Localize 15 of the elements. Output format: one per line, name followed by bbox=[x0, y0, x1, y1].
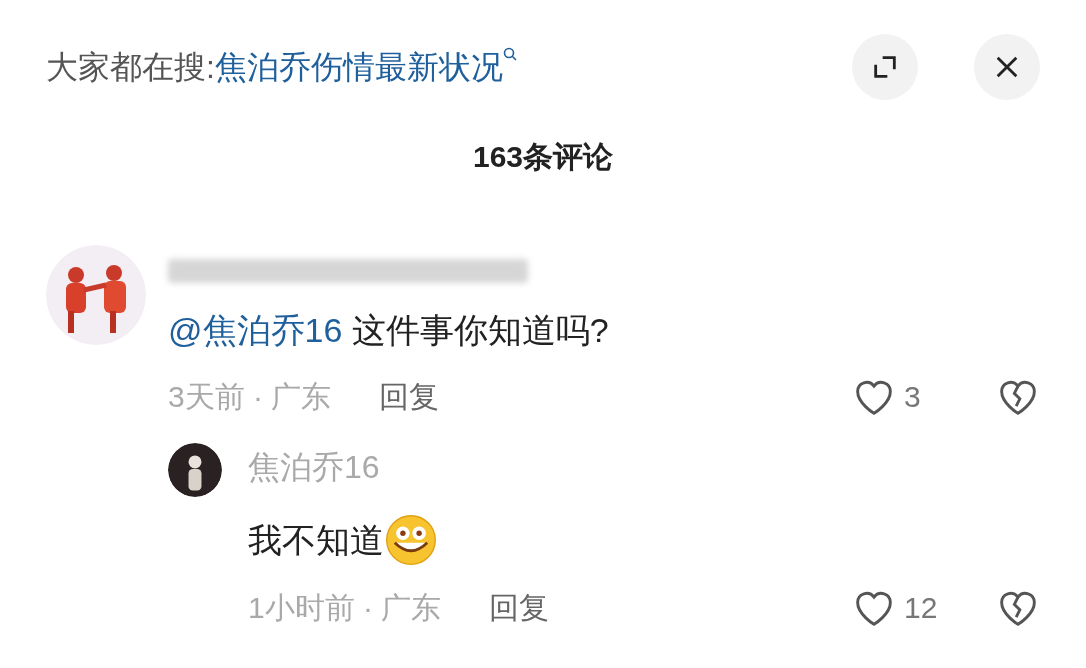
timestamp-location: 1小时前 · 广东 bbox=[248, 590, 442, 626]
smiley-icon bbox=[384, 513, 438, 567]
timestamp-location: 3天前 · 广东 bbox=[168, 379, 332, 415]
trending-label: 大家都在搜: bbox=[46, 48, 215, 87]
username: 焦泊乔16 bbox=[248, 449, 380, 485]
comment-text: @焦泊乔16 这件事你知道吗? bbox=[168, 310, 610, 351]
reply-link[interactable]: 回复 bbox=[379, 374, 440, 419]
expand-icon bbox=[871, 53, 899, 81]
like-count: 3 bbox=[904, 379, 922, 415]
comment-count: 163条评论 bbox=[472, 139, 614, 175]
reply-link[interactable]: 回复 bbox=[489, 585, 550, 630]
trending-search-link[interactable]: 焦泊乔伤情最新状况 bbox=[214, 43, 519, 91]
reply-text: 我不知道 bbox=[248, 519, 384, 561]
like-count: 12 bbox=[904, 590, 939, 626]
search-icon bbox=[502, 47, 519, 63]
